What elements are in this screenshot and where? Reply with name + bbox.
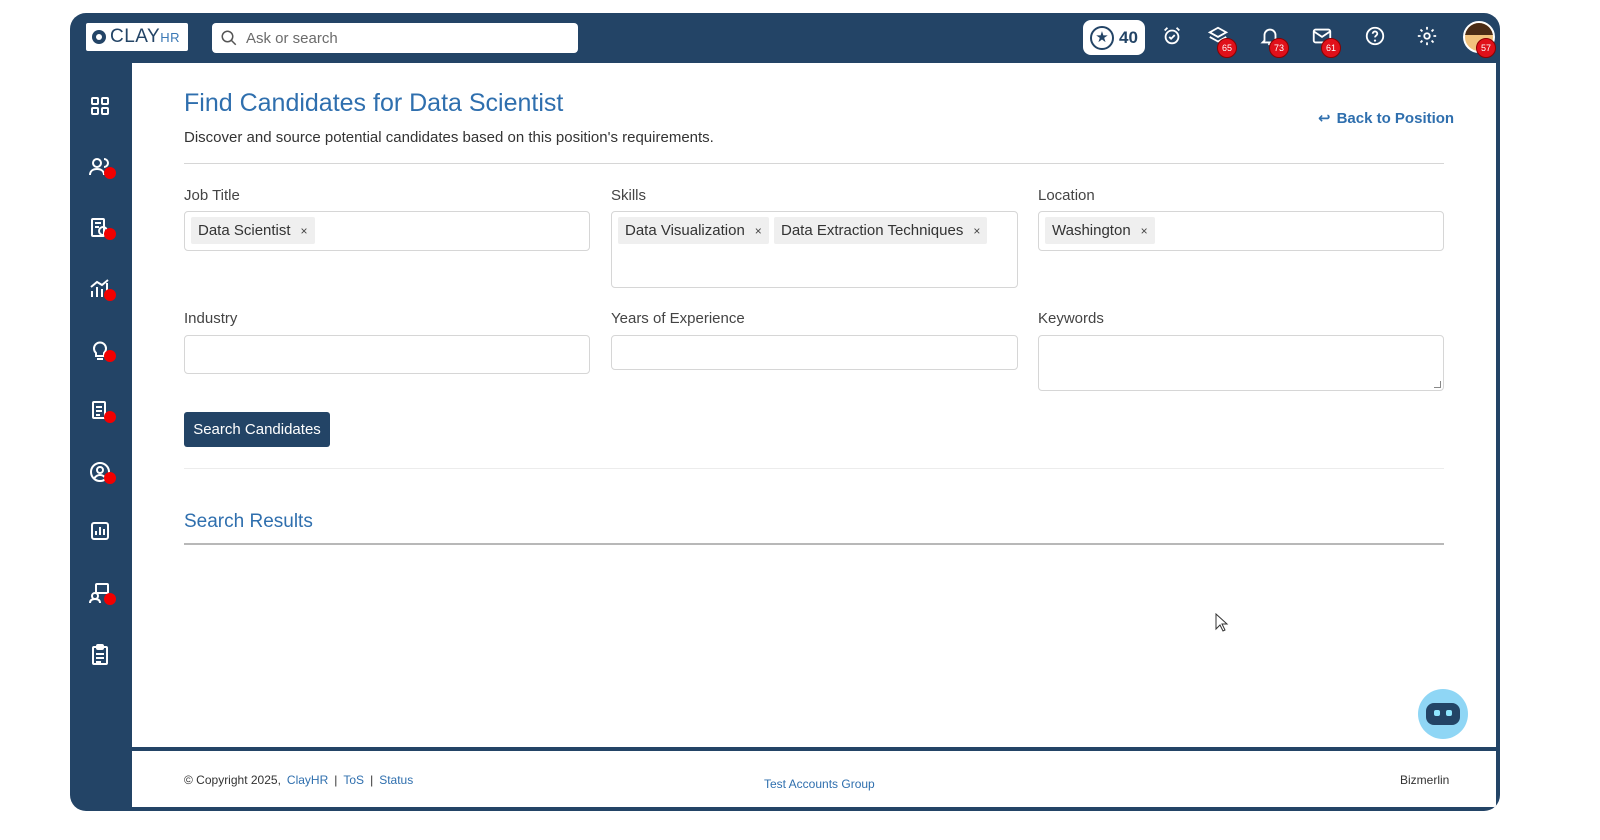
divider xyxy=(184,163,1444,164)
company-name: Bizmerlin xyxy=(1400,773,1450,787)
back-arrow-icon: ↩ xyxy=(1318,110,1331,127)
gear-icon xyxy=(1417,26,1437,46)
page-title: Find Candidates for Data Scientist xyxy=(184,89,564,117)
chip-remove-icon[interactable]: × xyxy=(755,224,762,238)
sidebar-item-dashboard[interactable] xyxy=(88,94,114,120)
dashboard-grid-icon xyxy=(91,97,109,115)
keywords-textarea[interactable] xyxy=(1038,335,1444,391)
skill-chip: Data Extraction Techniques × xyxy=(774,217,988,244)
skill-chip: Data Visualization × xyxy=(618,217,769,244)
status-link[interactable]: Status xyxy=(379,773,413,787)
search-icon xyxy=(221,30,237,46)
sidebar-notification-dot xyxy=(104,228,116,240)
logo-mark-icon xyxy=(92,30,106,44)
divider xyxy=(184,468,1444,469)
points-count: 40 xyxy=(1119,27,1138,47)
sidebar-notification-dot xyxy=(104,167,116,179)
location-field[interactable]: Washington × xyxy=(1038,211,1444,251)
avatar-badge: 57 xyxy=(1476,38,1496,58)
skills-label: Skills xyxy=(611,187,647,204)
alarm-clock-button[interactable] xyxy=(1161,25,1185,49)
page-subtitle: Discover and source potential candidates… xyxy=(184,129,714,146)
sidebar-notification-dot xyxy=(104,472,116,484)
settings-button[interactable] xyxy=(1416,25,1440,49)
logo-text: CLAYHR xyxy=(110,26,181,47)
search-candidates-button[interactable]: Search Candidates xyxy=(184,412,330,447)
sidebar-item-reports[interactable] xyxy=(88,519,114,545)
sidebar-item-analytics[interactable] xyxy=(88,277,116,303)
mouse-cursor-icon xyxy=(1215,613,1229,632)
sidebar-item-people[interactable] xyxy=(88,155,116,181)
clayhr-link[interactable]: ClayHR xyxy=(287,773,328,787)
chatbot-button[interactable] xyxy=(1418,689,1468,739)
main-content: Find Candidates for Data Scientist Disco… xyxy=(132,63,1496,747)
sidebar-item-training[interactable] xyxy=(88,581,116,607)
sidebar-item-documents[interactable] xyxy=(88,399,116,425)
bar-chart-icon xyxy=(91,522,109,540)
sidebar-item-checklist[interactable] xyxy=(88,643,114,669)
job-title-label: Job Title xyxy=(184,187,240,204)
industry-label: Industry xyxy=(184,310,238,327)
location-chip: Washington × xyxy=(1045,217,1155,244)
back-to-position-link[interactable]: ↩ Back to Position xyxy=(1318,109,1454,128)
clipboard-checklist-icon xyxy=(92,644,108,665)
keywords-label: Keywords xyxy=(1038,310,1104,327)
top-bar: CLAYHR ★ 40 65 73 61 xyxy=(70,13,1500,63)
job-title-chip: Data Scientist × xyxy=(191,217,315,244)
industry-input[interactable] xyxy=(184,335,590,374)
account-group-link[interactable]: Test Accounts Group xyxy=(764,777,875,791)
chip-remove-icon[interactable]: × xyxy=(301,224,308,238)
help-icon xyxy=(1365,26,1385,46)
layers-badge: 65 xyxy=(1217,38,1237,58)
tos-link[interactable]: ToS xyxy=(343,773,364,787)
sidebar-notification-dot xyxy=(104,289,116,301)
sidebar xyxy=(70,63,132,811)
search-input[interactable] xyxy=(246,29,566,47)
sidebar-notification-dot xyxy=(104,593,116,605)
job-title-field[interactable]: Data Scientist × xyxy=(184,211,590,251)
footer: © Copyright 2025, ClayHR | ToS | Status … xyxy=(132,749,1496,807)
sidebar-notification-dot xyxy=(104,411,116,423)
messages-badge: 61 xyxy=(1321,38,1341,58)
global-search[interactable] xyxy=(212,23,578,53)
alarm-clock-icon xyxy=(1164,27,1180,45)
skills-field[interactable]: Data Visualization × Data Extraction Tec… xyxy=(611,211,1018,288)
resize-handle-icon[interactable] xyxy=(1434,381,1441,388)
sidebar-item-ideas[interactable] xyxy=(88,338,116,364)
app-frame: CLAYHR ★ 40 65 73 61 xyxy=(70,13,1500,811)
points-button[interactable]: ★ 40 xyxy=(1083,20,1145,55)
footer-left: © Copyright 2025, ClayHR | ToS | Status xyxy=(184,773,414,787)
help-button[interactable] xyxy=(1364,25,1388,49)
notifications-badge: 73 xyxy=(1269,38,1289,58)
results-divider xyxy=(184,543,1444,545)
search-results-heading: Search Results xyxy=(184,511,313,532)
chip-remove-icon[interactable]: × xyxy=(1141,224,1148,238)
robot-icon xyxy=(1426,703,1460,725)
experience-label: Years of Experience xyxy=(611,310,745,327)
clayhr-logo[interactable]: CLAYHR xyxy=(86,23,188,51)
star-icon: ★ xyxy=(1090,25,1115,50)
chip-remove-icon[interactable]: × xyxy=(973,224,980,238)
sidebar-notification-dot xyxy=(104,350,116,362)
location-label: Location xyxy=(1038,187,1095,204)
sidebar-item-profile[interactable] xyxy=(88,460,116,486)
sidebar-item-candidate-search[interactable] xyxy=(88,216,116,242)
experience-input[interactable] xyxy=(611,335,1018,370)
